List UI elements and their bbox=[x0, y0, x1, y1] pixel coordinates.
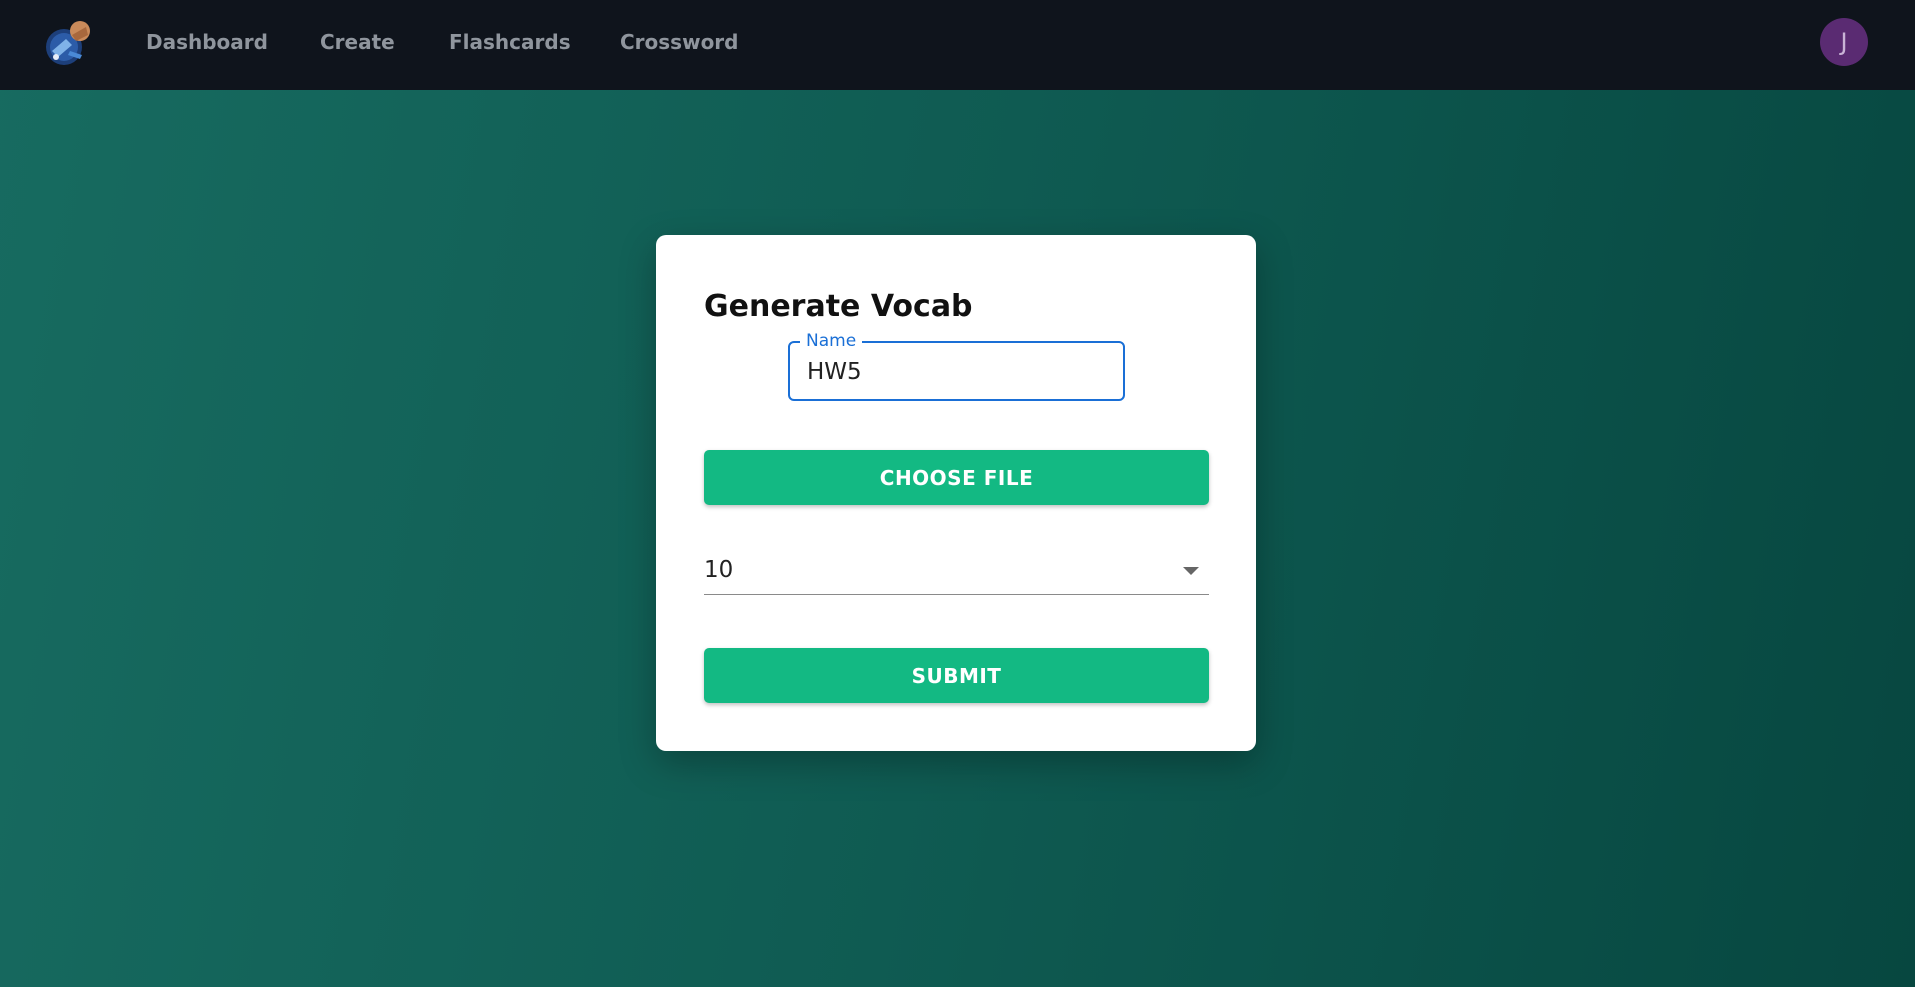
user-avatar[interactable]: J bbox=[1820, 18, 1868, 66]
name-field[interactable]: Name bbox=[788, 331, 1125, 401]
word-count-select[interactable]: 10 bbox=[704, 553, 1209, 595]
nav-link-flashcards[interactable]: Flashcards bbox=[449, 30, 571, 54]
dropdown-arrow-icon bbox=[1183, 567, 1199, 575]
card-title: Generate Vocab bbox=[704, 289, 973, 324]
nav-link-create[interactable]: Create bbox=[320, 30, 395, 54]
name-input[interactable] bbox=[807, 357, 1107, 387]
nav-link-crossword[interactable]: Crossword bbox=[620, 30, 739, 54]
generate-vocab-card: Generate Vocab Name CHOOSE FILE 10 SUBMI… bbox=[656, 235, 1256, 751]
nav-link-dashboard[interactable]: Dashboard bbox=[146, 30, 268, 54]
top-navbar: Dashboard Create Flashcards Crossword J bbox=[0, 0, 1915, 90]
name-field-label: Name bbox=[800, 331, 863, 351]
choose-file-button[interactable]: CHOOSE FILE bbox=[704, 450, 1209, 505]
app-logo-icon[interactable] bbox=[42, 17, 94, 69]
submit-button[interactable]: SUBMIT bbox=[704, 648, 1209, 703]
word-count-value: 10 bbox=[704, 557, 734, 583]
